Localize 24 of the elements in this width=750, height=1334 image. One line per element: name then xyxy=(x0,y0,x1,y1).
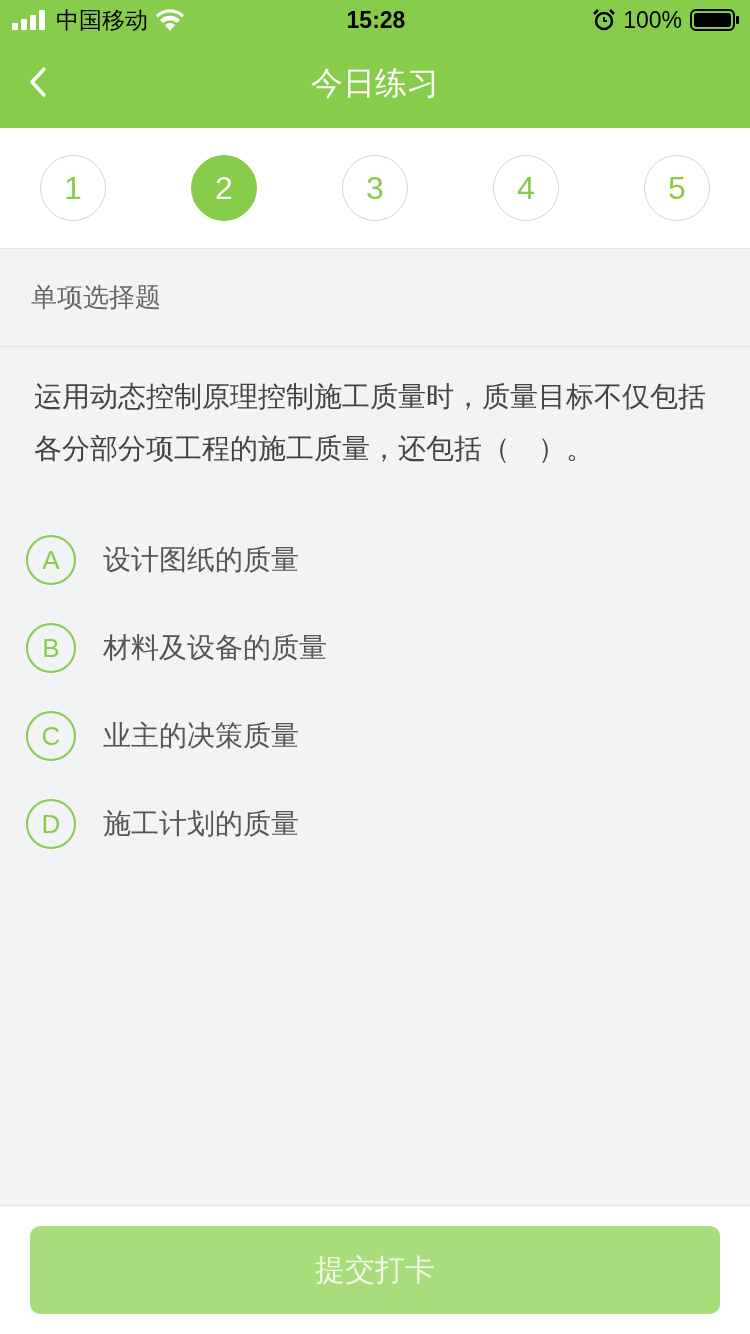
section-title: 单项选择题 xyxy=(31,281,161,314)
question-number[interactable]: 3 xyxy=(342,155,408,221)
question-number[interactable]: 1 xyxy=(40,155,106,221)
option-letter[interactable]: C xyxy=(26,711,76,761)
carrier-name: 中国移动 xyxy=(56,5,148,35)
back-icon[interactable] xyxy=(28,66,48,98)
option-text[interactable]: 业主的决策质量 xyxy=(103,717,299,755)
question-number[interactable]: 4 xyxy=(493,155,559,221)
battery-percent: 100% xyxy=(623,6,682,34)
question-text: 运用动态控制原理控制施工质量时，质量目标不仅包括各分部分项工程的施工质量，还包括（ ）。 xyxy=(34,379,707,467)
option-text[interactable]: 施工计划的质量 xyxy=(103,805,299,843)
page-title: 今日练习 xyxy=(311,63,439,104)
signal-icon xyxy=(12,10,48,30)
battery-icon xyxy=(690,9,740,31)
option-letter[interactable]: A xyxy=(26,535,76,585)
wifi-icon xyxy=(156,9,184,31)
question-number[interactable]: 2 xyxy=(191,155,257,221)
option-letter[interactable]: B xyxy=(26,623,76,673)
option-text[interactable]: 材料及设备的质量 xyxy=(103,629,327,667)
clock-time: 15:28 xyxy=(346,6,406,34)
option-text[interactable]: 设计图纸的质量 xyxy=(103,541,299,579)
alarm-icon xyxy=(593,9,616,31)
question-number[interactable]: 5 xyxy=(644,155,710,221)
option-letter[interactable]: D xyxy=(26,799,76,849)
